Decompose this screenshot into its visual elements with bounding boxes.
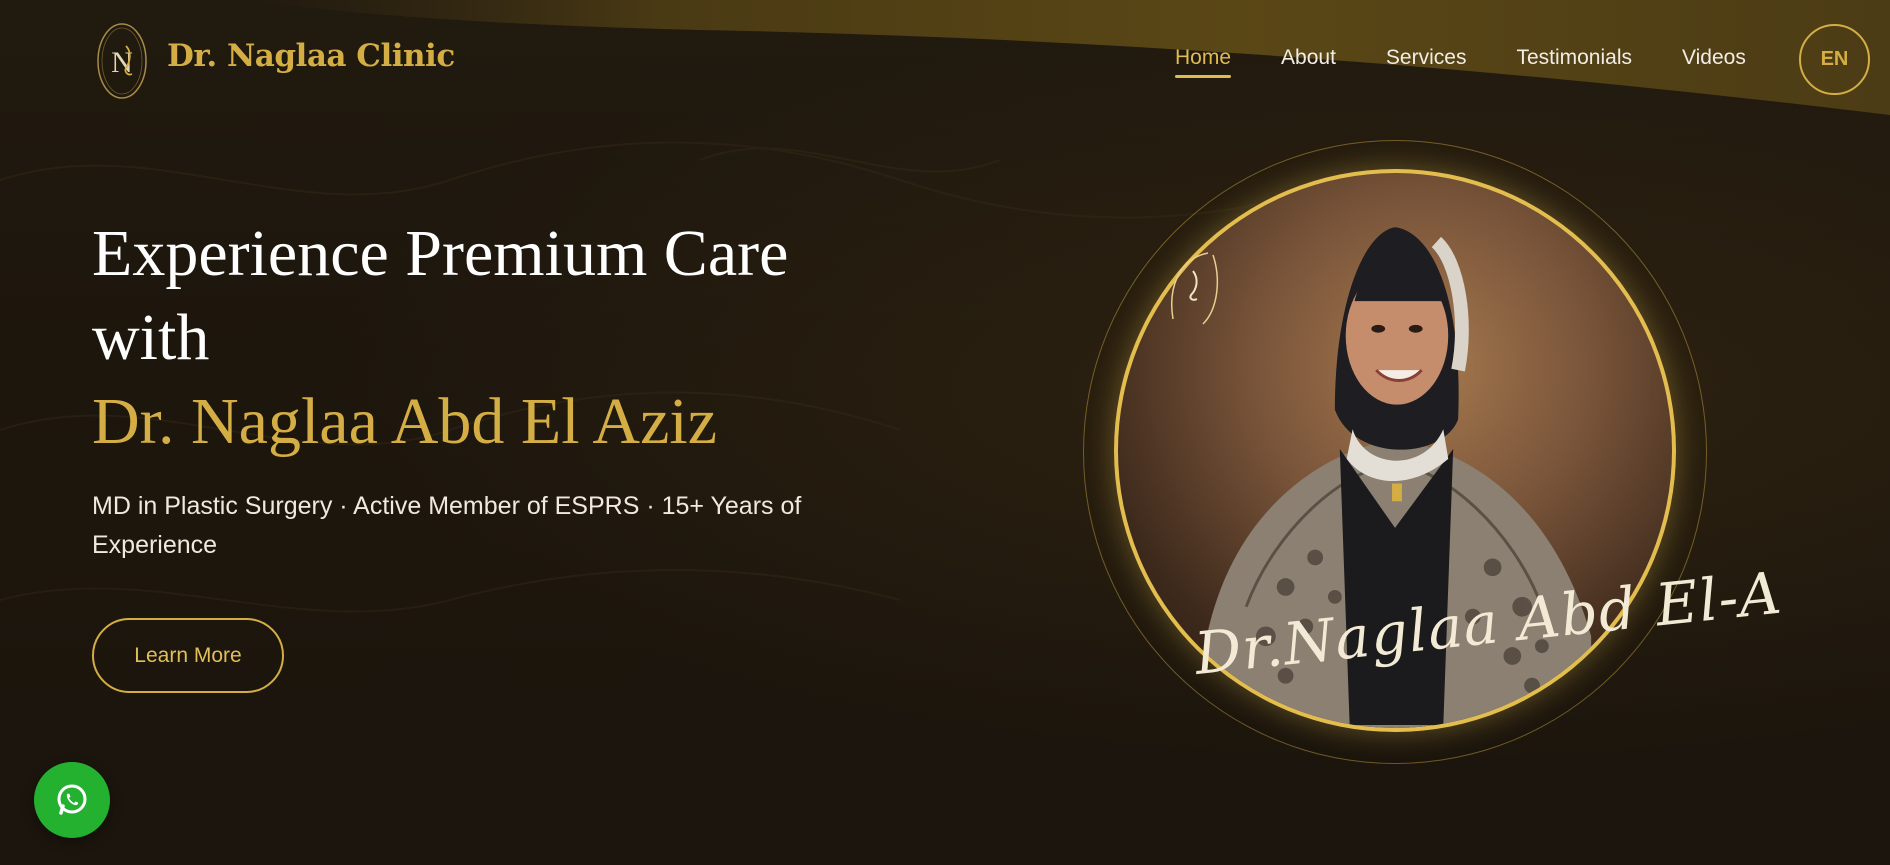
naglaa-monogram-logo[interactable]: N (96, 22, 148, 100)
brand-name[interactable]: Dr. Naglaa Clinic (167, 38, 455, 74)
nav-testimonials[interactable]: Testimonials (1516, 46, 1632, 70)
headline-doctor-name: Dr. Naglaa Abd El Aziz (92, 385, 718, 458)
main-nav: Home About Services Testimonials Videos (1175, 46, 1746, 78)
clinic-logo-badge (1171, 252, 1219, 325)
nav-videos[interactable]: Videos (1682, 46, 1746, 70)
whatsapp-icon (57, 784, 87, 815)
learn-more-button[interactable]: Learn More (92, 618, 284, 693)
hero-page: N Dr. Naglaa Clinic Home About Services … (0, 0, 1890, 865)
language-toggle-button[interactable]: EN (1799, 24, 1870, 95)
headline-line-1: Experience Premium Care (92, 217, 789, 290)
headline-line-2: with (92, 301, 210, 374)
nav-home[interactable]: Home (1175, 46, 1232, 78)
whatsapp-button[interactable] (34, 762, 110, 838)
hero-headline: Experience Premium Care with Dr. Naglaa … (92, 212, 912, 464)
nav-about[interactable]: About (1281, 46, 1336, 70)
nav-services[interactable]: Services (1386, 46, 1467, 70)
hero-subtitle: MD in Plastic Surgery · Active Member of… (92, 492, 802, 559)
